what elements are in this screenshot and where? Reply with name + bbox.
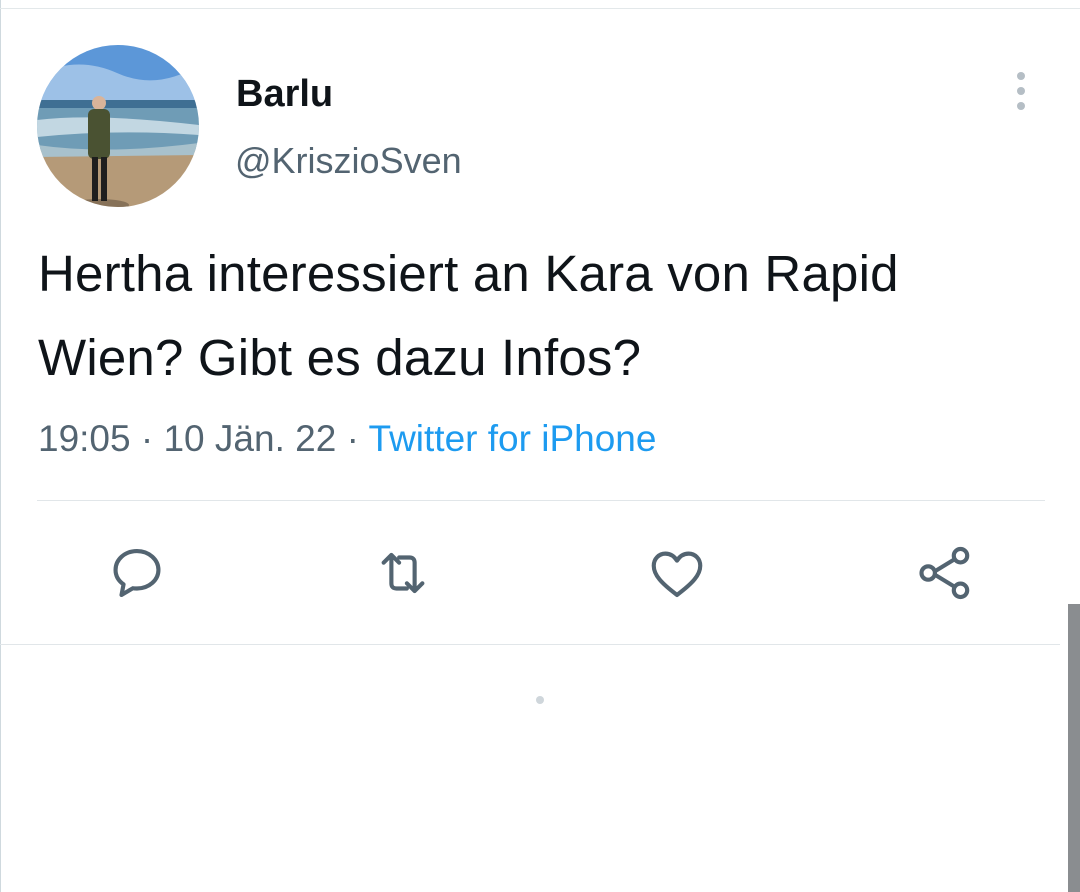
more-vertical-icon[interactable] <box>1008 72 1034 116</box>
share-icon <box>919 546 970 600</box>
scrollbar[interactable] <box>1068 604 1080 892</box>
reply-icon <box>113 548 161 598</box>
display-name[interactable]: Barlu <box>236 70 333 118</box>
tweet-meta: 19:05 · 10 Jän. 22 · Twitter for iPhone <box>38 414 656 464</box>
retweet-button[interactable] <box>370 540 436 606</box>
meta-separator: · <box>346 418 359 459</box>
tweet-time: 19:05 <box>38 418 131 459</box>
user-handle[interactable]: @KriszioSven <box>235 138 462 184</box>
reply-button[interactable] <box>104 540 170 606</box>
meta-separator: · <box>140 418 154 459</box>
like-button[interactable] <box>644 540 710 606</box>
avatar-image <box>37 45 199 207</box>
share-button[interactable] <box>912 540 978 606</box>
actions-divider <box>37 500 1045 501</box>
tweet-source-link[interactable]: Twitter for iPhone <box>369 418 657 459</box>
loading-dot <box>536 696 544 704</box>
top-divider <box>0 8 1080 9</box>
retweet-icon <box>381 552 425 594</box>
tweet-text: Hertha interessiert an Kara von Rapid Wi… <box>38 245 899 386</box>
heart-icon <box>651 551 703 598</box>
bottom-divider <box>0 644 1060 645</box>
avatar[interactable] <box>37 45 199 207</box>
left-border <box>0 0 1 892</box>
tweet-date: 10 Jän. 22 <box>163 418 337 459</box>
